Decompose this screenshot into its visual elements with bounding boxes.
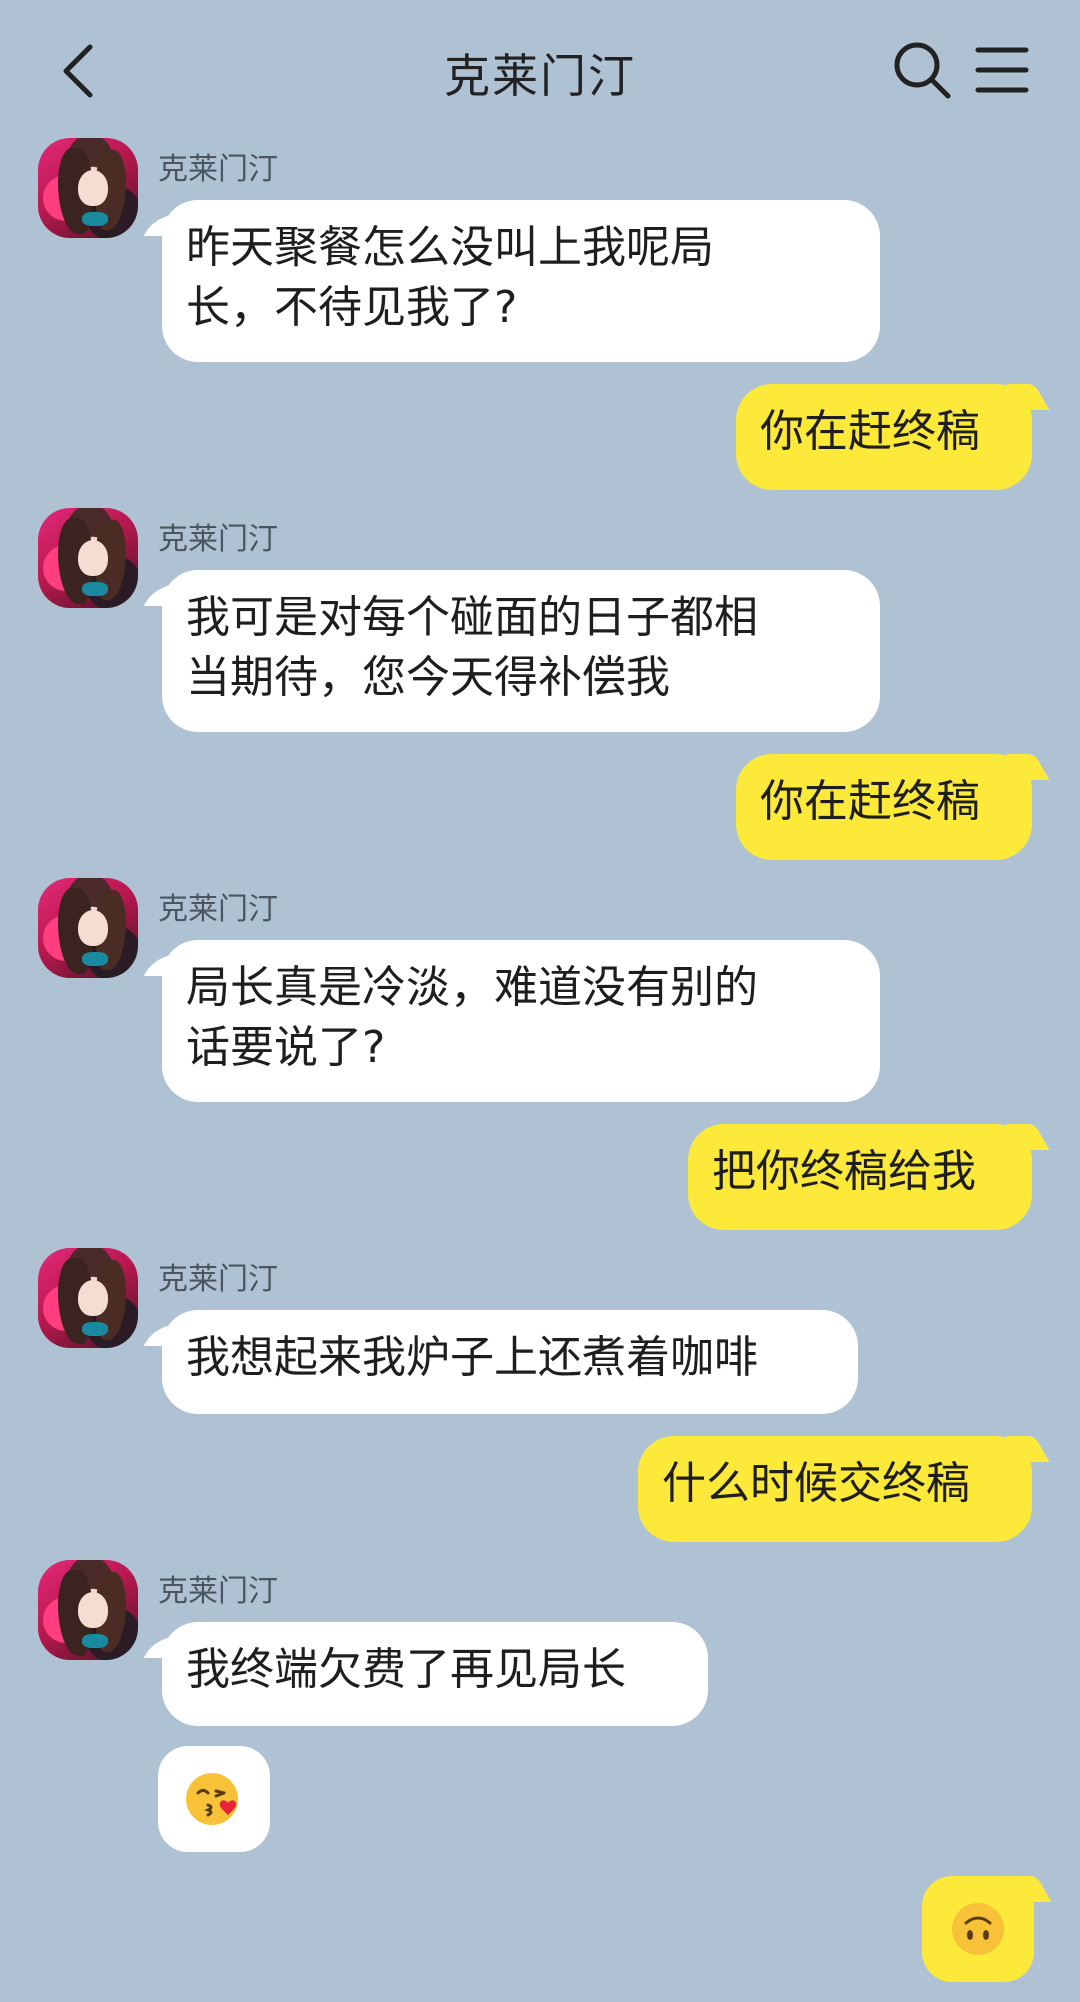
chat-screen: 克莱门汀 克莱门汀 昨天聚餐怎么没叫上我呢局 长，不待见我了? 你在赶终稿 克莱… <box>0 0 1080 2002</box>
incoming-message-bubble[interactable]: 我想起来我炉子上还煮着咖啡 <box>162 1310 858 1414</box>
message-line: 我可是对每个碰面的日子都相 <box>186 592 758 643</box>
sender-name: 克莱门汀 <box>158 1262 278 1297</box>
outgoing-message-bubble[interactable]: 什么时候交终稿 <box>638 1436 1032 1542</box>
incoming-message-bubble[interactable]: 我可是对每个碰面的日子都相 当期待，您今天得补偿我 <box>162 570 880 732</box>
sender-name: 克莱门汀 <box>158 522 278 557</box>
contact-avatar[interactable] <box>38 878 138 978</box>
incoming-message-bubble[interactable]: 局长真是冷淡，难道没有别的 话要说了? <box>162 940 880 1102</box>
message-line: 我终端欠费了再见局长 <box>186 1644 626 1695</box>
sender-name: 克莱门汀 <box>158 892 278 927</box>
message-line: 什么时候交终稿 <box>662 1458 970 1509</box>
message-line: 你在赶终稿 <box>760 776 980 827</box>
chat-header: 克莱门汀 <box>0 0 1080 140</box>
upside-down-face-emoji-icon <box>952 1903 1004 1955</box>
contact-avatar[interactable] <box>38 1248 138 1348</box>
message-line: 我想起来我炉子上还煮着咖啡 <box>186 1332 758 1383</box>
search-button[interactable] <box>890 38 954 102</box>
message-line: 局长真是冷淡，难道没有别的 <box>186 962 758 1013</box>
incoming-message-bubble[interactable]: 我终端欠费了再见局长 <box>162 1622 708 1726</box>
outgoing-message-bubble[interactable]: 把你终稿给我 <box>688 1124 1032 1230</box>
hamburger-menu-icon <box>975 47 1029 93</box>
menu-button[interactable] <box>974 42 1030 98</box>
message-line: 把你终稿给我 <box>712 1146 976 1197</box>
search-icon <box>894 42 951 99</box>
message-line: 话要说了? <box>186 1022 386 1073</box>
message-line: 当期待，您今天得补偿我 <box>186 652 670 703</box>
outgoing-emoji-bubble[interactable] <box>922 1876 1034 1982</box>
kissing-face-with-heart-emoji-icon <box>186 1773 238 1825</box>
message-line: 你在赶终稿 <box>760 406 980 457</box>
contact-avatar[interactable] <box>38 1560 138 1660</box>
outgoing-message-bubble[interactable]: 你在赶终稿 <box>736 754 1032 860</box>
incoming-emoji-bubble[interactable] <box>158 1746 270 1852</box>
contact-avatar[interactable] <box>38 138 138 238</box>
outgoing-message-bubble[interactable]: 你在赶终稿 <box>736 384 1032 490</box>
contact-avatar[interactable] <box>38 508 138 608</box>
message-line: 昨天聚餐怎么没叫上我呢局 <box>186 222 714 273</box>
message-line: 长，不待见我了? <box>186 282 518 333</box>
sender-name: 克莱门汀 <box>158 1574 278 1609</box>
incoming-message-bubble[interactable]: 昨天聚餐怎么没叫上我呢局 长，不待见我了? <box>162 200 880 362</box>
sender-name: 克莱门汀 <box>158 152 278 187</box>
